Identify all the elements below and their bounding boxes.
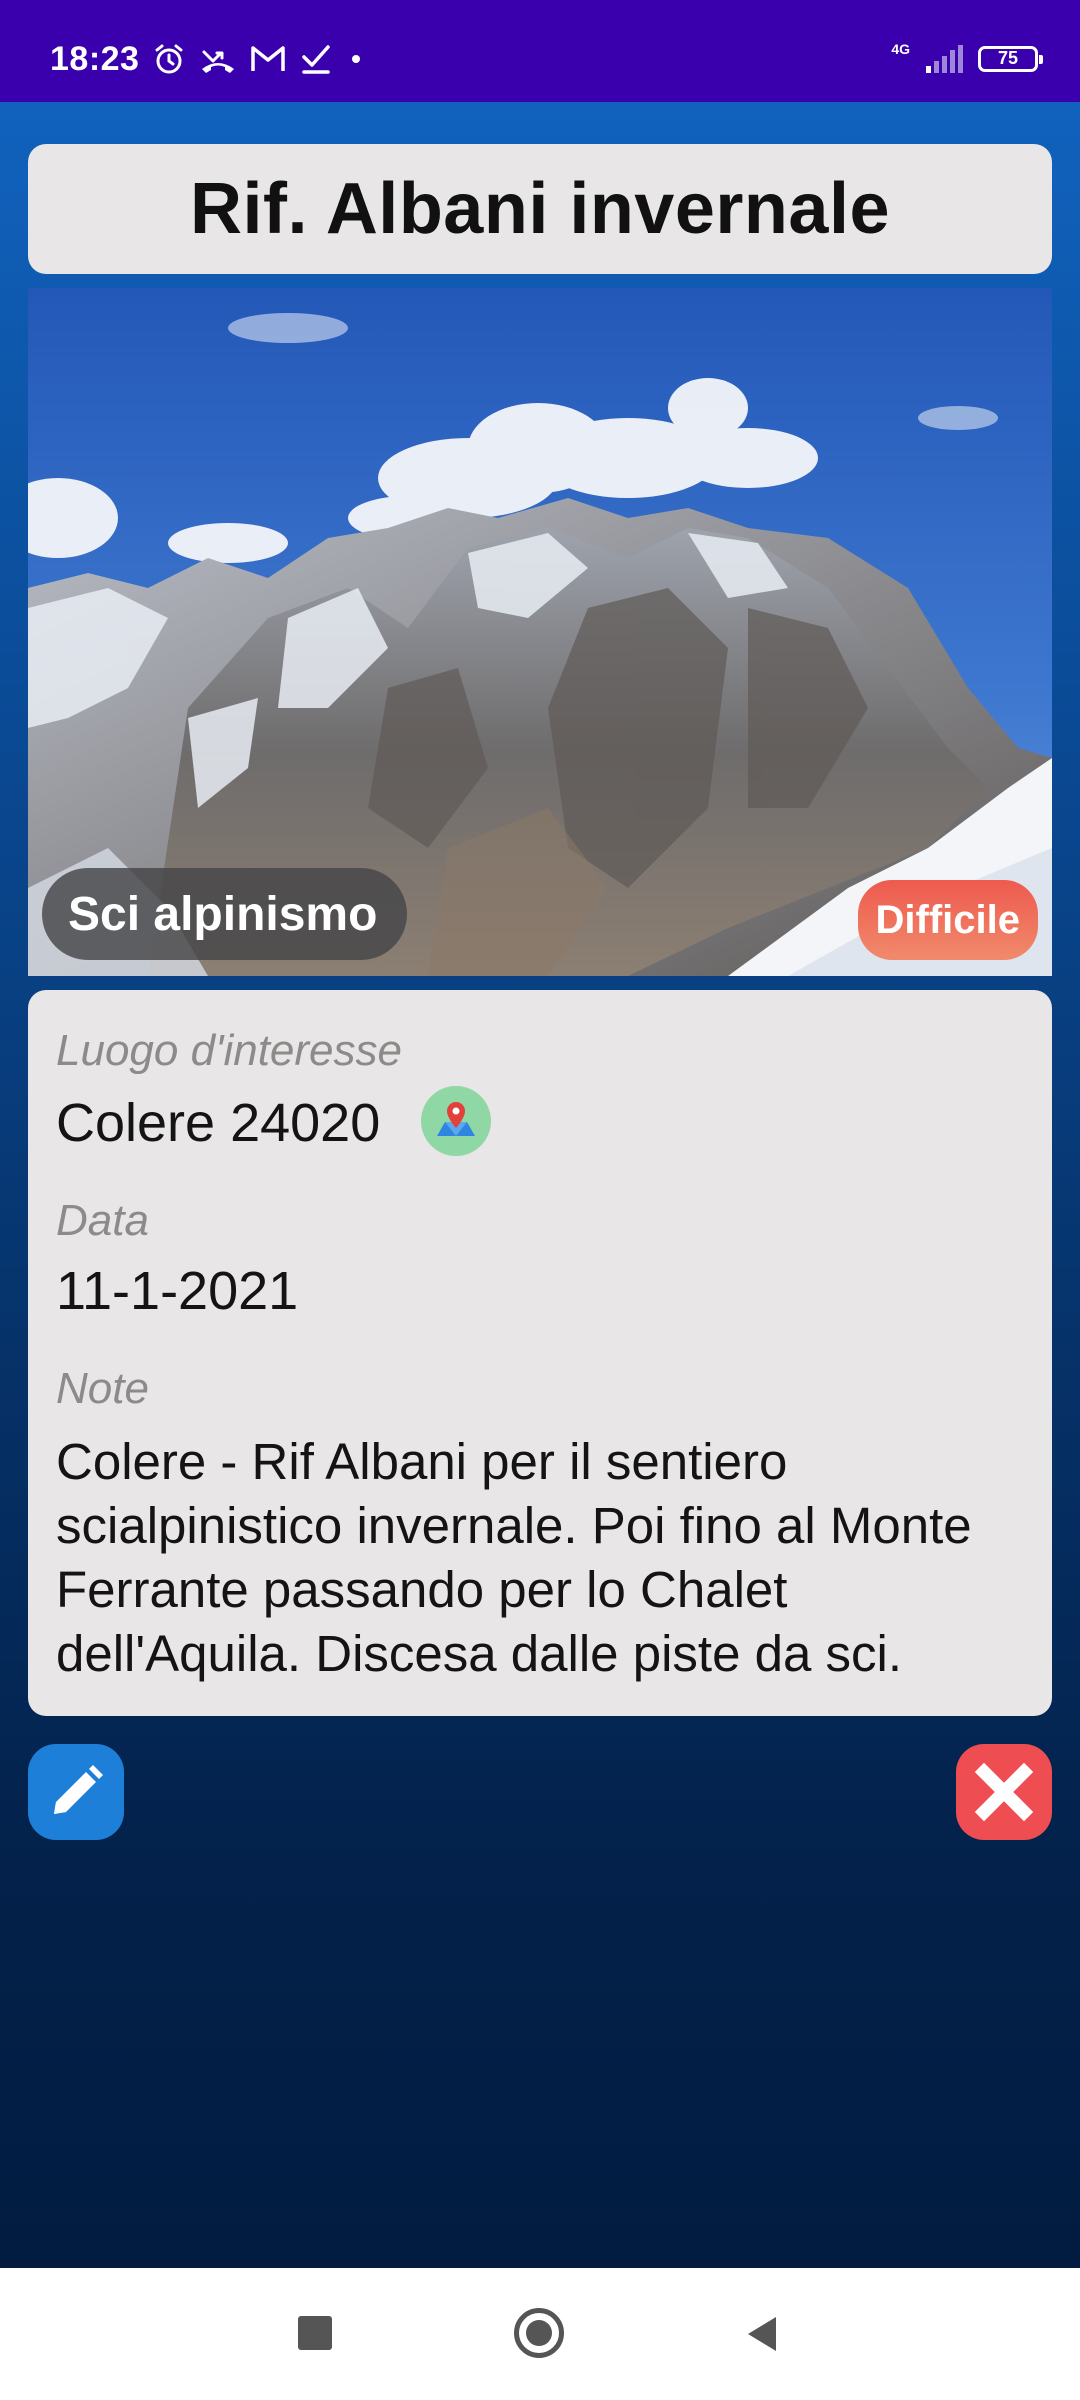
notes-label: Note <box>56 1364 149 1413</box>
category-badge: Sci alpinismo <box>42 868 408 960</box>
back-button[interactable] <box>742 2314 782 2354</box>
title-card: Rif. Albani invernale <box>28 144 1052 274</box>
gmail-icon <box>251 46 285 71</box>
date-value: 11-1-2021 <box>56 1261 299 1321</box>
battery-icon: 75 <box>978 46 1043 72</box>
status-time: 18:23 <box>50 40 140 78</box>
close-icon <box>974 1762 1034 1822</box>
open-map-button[interactable] <box>421 1086 491 1156</box>
excursion-photo: Sci alpinismo Difficile <box>28 288 1052 976</box>
signal-icon <box>926 45 963 73</box>
location-value: Colere 24020 <box>56 1093 381 1153</box>
excursion-title: Rif. Albani invernale <box>190 169 890 249</box>
details-card: Luogo d'interesse Colere 24020 Data 11-1… <box>28 990 1052 1716</box>
map-pin-icon <box>437 1102 475 1136</box>
difficulty-badge: Difficile <box>857 880 1038 960</box>
network-label: 4G <box>891 41 910 57</box>
pencil-icon <box>54 1765 103 1814</box>
date-label: Data <box>56 1196 149 1245</box>
missed-call-icon <box>202 50 234 73</box>
task-done-icon <box>302 45 330 74</box>
battery-level: 75 <box>997 48 1019 68</box>
dot-icon <box>352 55 360 63</box>
notification-icons <box>152 42 366 76</box>
system-nav-bar <box>0 2268 1080 2400</box>
notes-value: Colere - Rif Albani per il sentiero scia… <box>56 1433 972 1682</box>
location-label: Luogo d'interesse <box>56 1026 402 1075</box>
home-button[interactable] <box>514 2308 564 2358</box>
edit-button[interactable] <box>28 1744 124 1840</box>
status-right: 4G 75 <box>891 41 1043 74</box>
recents-button[interactable] <box>298 2316 332 2350</box>
alarm-icon <box>155 44 183 74</box>
delete-button[interactable] <box>956 1744 1052 1840</box>
status-bar: 18:23 4G 75 <box>0 0 1080 102</box>
